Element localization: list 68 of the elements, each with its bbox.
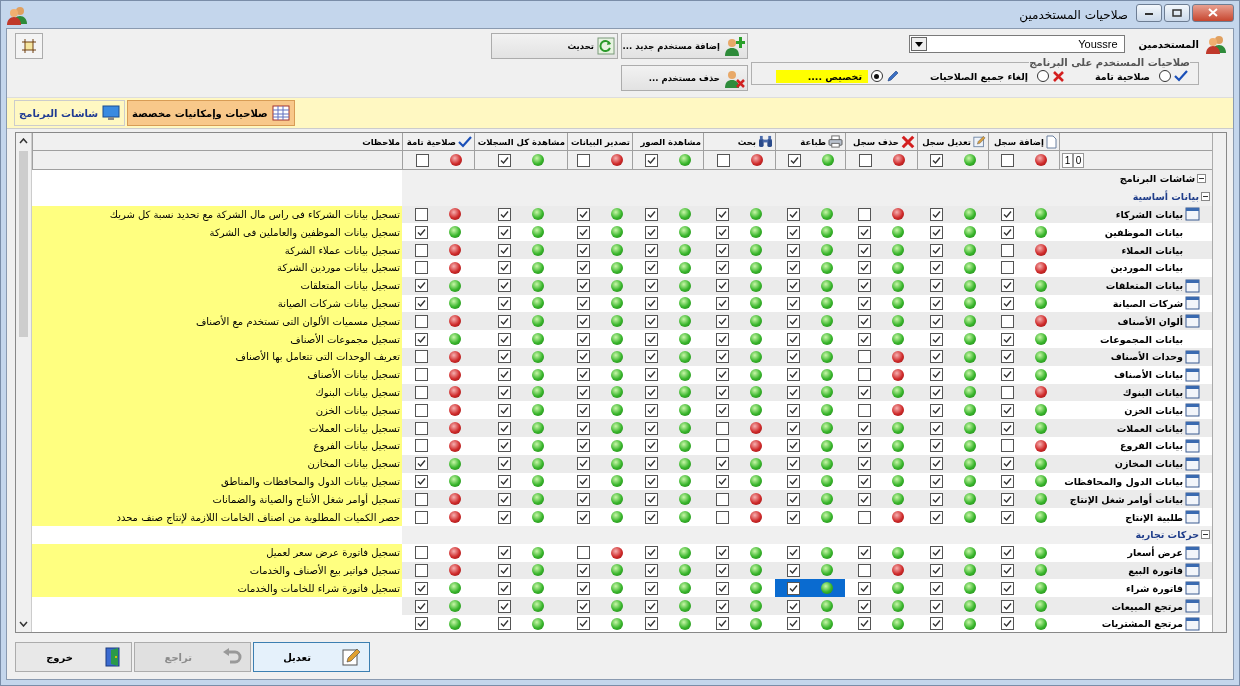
user-combo[interactable]: Youssre	[908, 35, 1125, 53]
tree-node[interactable]: شاشات البرنامج	[1059, 170, 1212, 188]
window-title: صلاحيات المستخدمين	[1019, 7, 1128, 22]
column-header[interactable]: بحث	[703, 133, 775, 151]
screen-name[interactable]: بيانات البنوك	[1122, 386, 1183, 398]
footer-button[interactable]: خروج	[15, 642, 132, 672]
radio-option[interactable]: إلغاء جميع الصلاحيات	[922, 68, 1068, 84]
column-header[interactable]: إضافة سجل	[988, 133, 1059, 151]
footer-button[interactable]: تعديل	[253, 642, 370, 672]
tree-group-label[interactable]: بيانات أساسية	[1132, 191, 1199, 203]
tab[interactable]: صلاحيات وإمكانيات مخصصة	[127, 100, 295, 126]
screen-name[interactable]: عرض أسعار	[1127, 547, 1183, 559]
screen-name[interactable]: شركات الصيانة	[1112, 297, 1183, 309]
tree-root-label[interactable]: شاشات البرنامج	[1119, 173, 1195, 185]
column-header[interactable]: حذف سجل	[845, 133, 917, 151]
column-header[interactable]: طباعة	[775, 133, 845, 151]
screen-name[interactable]: بيانات الموردين	[1110, 262, 1183, 274]
screen-name[interactable]: بيانات الخزن	[1124, 404, 1183, 416]
column-header[interactable]: ملاحظات	[32, 133, 402, 151]
screen-name[interactable]: بيانات العملاء	[1121, 244, 1183, 256]
row-header[interactable]: بيانات العملاء	[1059, 241, 1212, 259]
note-text: تسجيل بيانات العملات	[32, 419, 402, 437]
screen-name[interactable]: فاتورة البيع	[1128, 564, 1183, 576]
screen-name[interactable]: بيانات المجموعات	[1100, 333, 1183, 345]
row-header[interactable]: بيانات العملات	[1059, 419, 1212, 437]
screen-name[interactable]: بيانات الفروع	[1120, 440, 1183, 452]
screen-name[interactable]: وحدات الأصناف	[1110, 351, 1183, 363]
column-header[interactable]: صلاحية تامة	[402, 133, 474, 151]
column-header[interactable]: مشاهدة كل السجلات	[474, 133, 567, 151]
note-text: تسجيل أوامر شغل الأنتاج والصيانة والضمانات	[32, 490, 402, 509]
note-text: تسجيل بيانات الخزن	[32, 401, 402, 420]
counter-text: 0	[1073, 152, 1084, 168]
screen-name[interactable]: فاتورة شراء	[1125, 582, 1183, 594]
note-text: تسجيل فاتورة عرض سعر لعميل	[32, 543, 402, 562]
tab[interactable]: شاشات البرنامج	[14, 100, 126, 126]
column-header[interactable]: تصدير البيانات	[567, 133, 632, 151]
note-text: تسجيل بيانات الموظفين والعاملين فى الشركة	[32, 223, 402, 242]
note-text: تسجيل مسميات الألوان التى تستخدم مع الأصناف	[32, 312, 402, 331]
users-label: المستخدمين	[1138, 38, 1199, 50]
group-legend: صلاحيات المستخدم على البرنامج	[1029, 57, 1190, 68]
screen-name[interactable]: بيانات الأصناف	[1114, 369, 1183, 381]
delete-user-button[interactable]: حذف مستخدم ...	[621, 65, 748, 91]
screen-name[interactable]: بيانات الشركاء	[1115, 209, 1183, 220]
note-text: تسجيل بيانات الشركاء فى راس مال الشركة مع تحديد نسبة كل شريك	[32, 205, 402, 224]
row-header[interactable]: ألوان الأصناف	[1059, 312, 1212, 331]
tree-group-label[interactable]: حركات تجارية	[1135, 529, 1199, 541]
screen-name[interactable]: مرتجع المشتريات	[1101, 618, 1183, 630]
note-text: تسجيل بيانات عملاء الشركة	[32, 241, 402, 259]
counter-text: 1	[1062, 152, 1073, 168]
screen-name[interactable]: بيانات أوامر شغل الإنتاج	[1069, 493, 1183, 505]
row-header[interactable]: بيانات أوامر شغل الإنتاج	[1059, 490, 1212, 509]
add-user-button[interactable]: إضافة مستخدم جديد ...	[621, 33, 748, 59]
screen-name[interactable]: بيانات الموظفين	[1104, 226, 1183, 238]
note-text: تسجيل مجموعات الأصناف	[32, 330, 402, 348]
row-header[interactable]: مرتجع المبيعات	[1059, 597, 1212, 615]
column-header[interactable]: تعديل سجل	[917, 133, 988, 151]
refresh-button[interactable]: تحديث	[491, 33, 618, 59]
screen-name[interactable]: بيانات الدول والمحافظات	[1064, 475, 1183, 487]
note-text: تسجيل فاتورة شراء للخامات والخدمات	[32, 579, 402, 598]
screen-name[interactable]: بيانات المتعلقات	[1105, 280, 1183, 292]
note-text: حصر الكميات المطلوبة من اصناف الخامات اللازمة لإنتاج صنف محدد	[32, 508, 402, 526]
radio-option[interactable]: صلاحية تامة	[1087, 68, 1190, 84]
column-header[interactable]: مشاهدة الصور	[632, 133, 703, 151]
screen-name[interactable]: طلبية الإنتاج	[1125, 511, 1183, 523]
screen-name[interactable]: بيانات العملات	[1116, 422, 1183, 434]
screen-name[interactable]: مرتجع المبيعات	[1111, 600, 1183, 612]
screen-name[interactable]: بيانات المخازن	[1114, 458, 1183, 470]
screen-name[interactable]: ألوان الأصناف	[1117, 315, 1183, 327]
